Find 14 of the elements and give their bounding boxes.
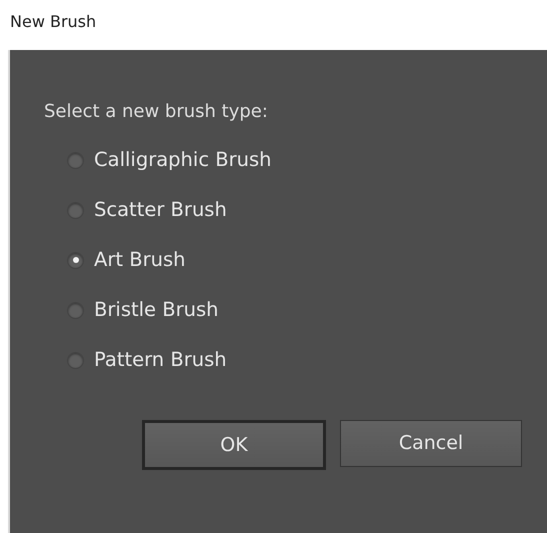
window-title: New Brush	[9, 11, 98, 33]
radio-button[interactable]	[67, 252, 84, 268]
prompt-text: Select a new brush type:	[44, 100, 269, 124]
default-button[interactable]: OK	[142, 420, 326, 470]
option-label[interactable]: Scatter Brush	[94, 195, 227, 225]
option-label[interactable]: Pattern Brush	[94, 345, 227, 375]
dialog-button[interactable]: Cancel	[340, 420, 522, 467]
radio-button[interactable]	[67, 202, 84, 218]
option-label[interactable]: Bristle Brush	[94, 295, 219, 325]
option-label[interactable]: Calligraphic Brush	[94, 145, 272, 175]
radio-button[interactable]	[67, 302, 84, 318]
option-label[interactable]: Art Brush	[94, 245, 186, 275]
radio-button[interactable]	[67, 152, 84, 168]
radio-button[interactable]	[67, 352, 84, 368]
